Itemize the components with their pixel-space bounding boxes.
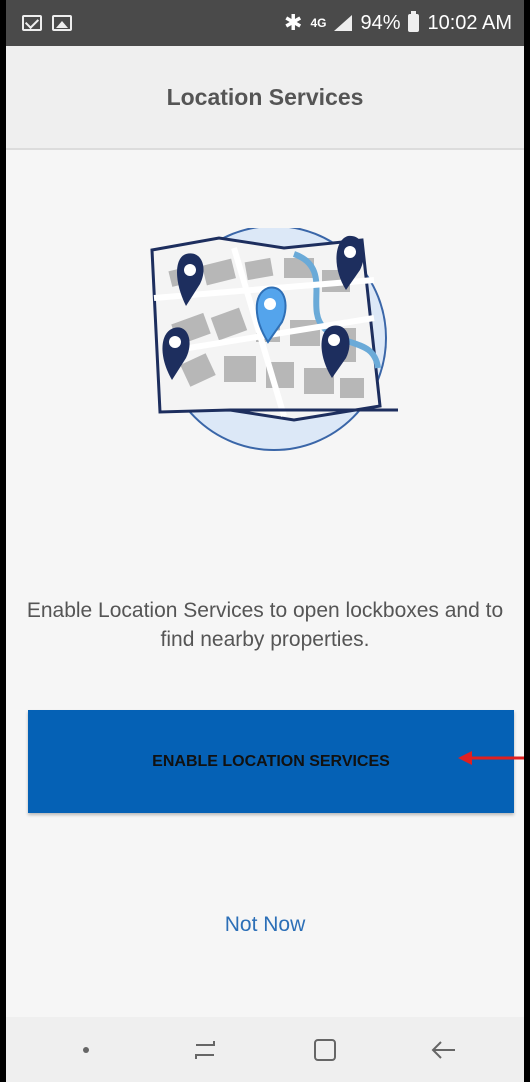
enable-location-services-button[interactable]: ENABLE LOCATION SERVICES: [28, 710, 514, 813]
battery-percent: 94%: [360, 11, 401, 34]
home-icon[interactable]: [295, 1030, 355, 1070]
network-indicator: 4G: [310, 16, 327, 30]
not-now-link[interactable]: Not Now: [6, 913, 524, 937]
status-right: ✱ 4G 94% 10:02 AM: [284, 10, 512, 36]
status-bar: ✱ 4G 94% 10:02 AM: [6, 0, 524, 46]
red-arrow-annotation: [458, 751, 524, 765]
battery-icon: [408, 11, 420, 32]
mail-icon: [22, 15, 42, 31]
clock: 10:02 AM: [427, 11, 512, 34]
phone-screen: ✱ 4G 94% 10:02 AM Location Services Enab…: [6, 0, 524, 1082]
app-header: Location Services: [6, 46, 524, 150]
image-icon: [52, 15, 72, 31]
dot-icon: [56, 1030, 116, 1070]
recents-icon[interactable]: [175, 1030, 235, 1070]
back-icon[interactable]: [414, 1030, 474, 1070]
navigation-bar: [6, 1017, 524, 1082]
map-with-pins-illustration: [150, 228, 398, 451]
bluetooth-icon: ✱: [284, 10, 303, 35]
status-left: [22, 15, 72, 31]
signal-icon: [334, 15, 353, 31]
enable-button-label: ENABLE LOCATION SERVICES: [152, 752, 390, 770]
location-message: Enable Location Services to open lockbox…: [26, 599, 504, 651]
page-title: Location Services: [166, 83, 364, 110]
